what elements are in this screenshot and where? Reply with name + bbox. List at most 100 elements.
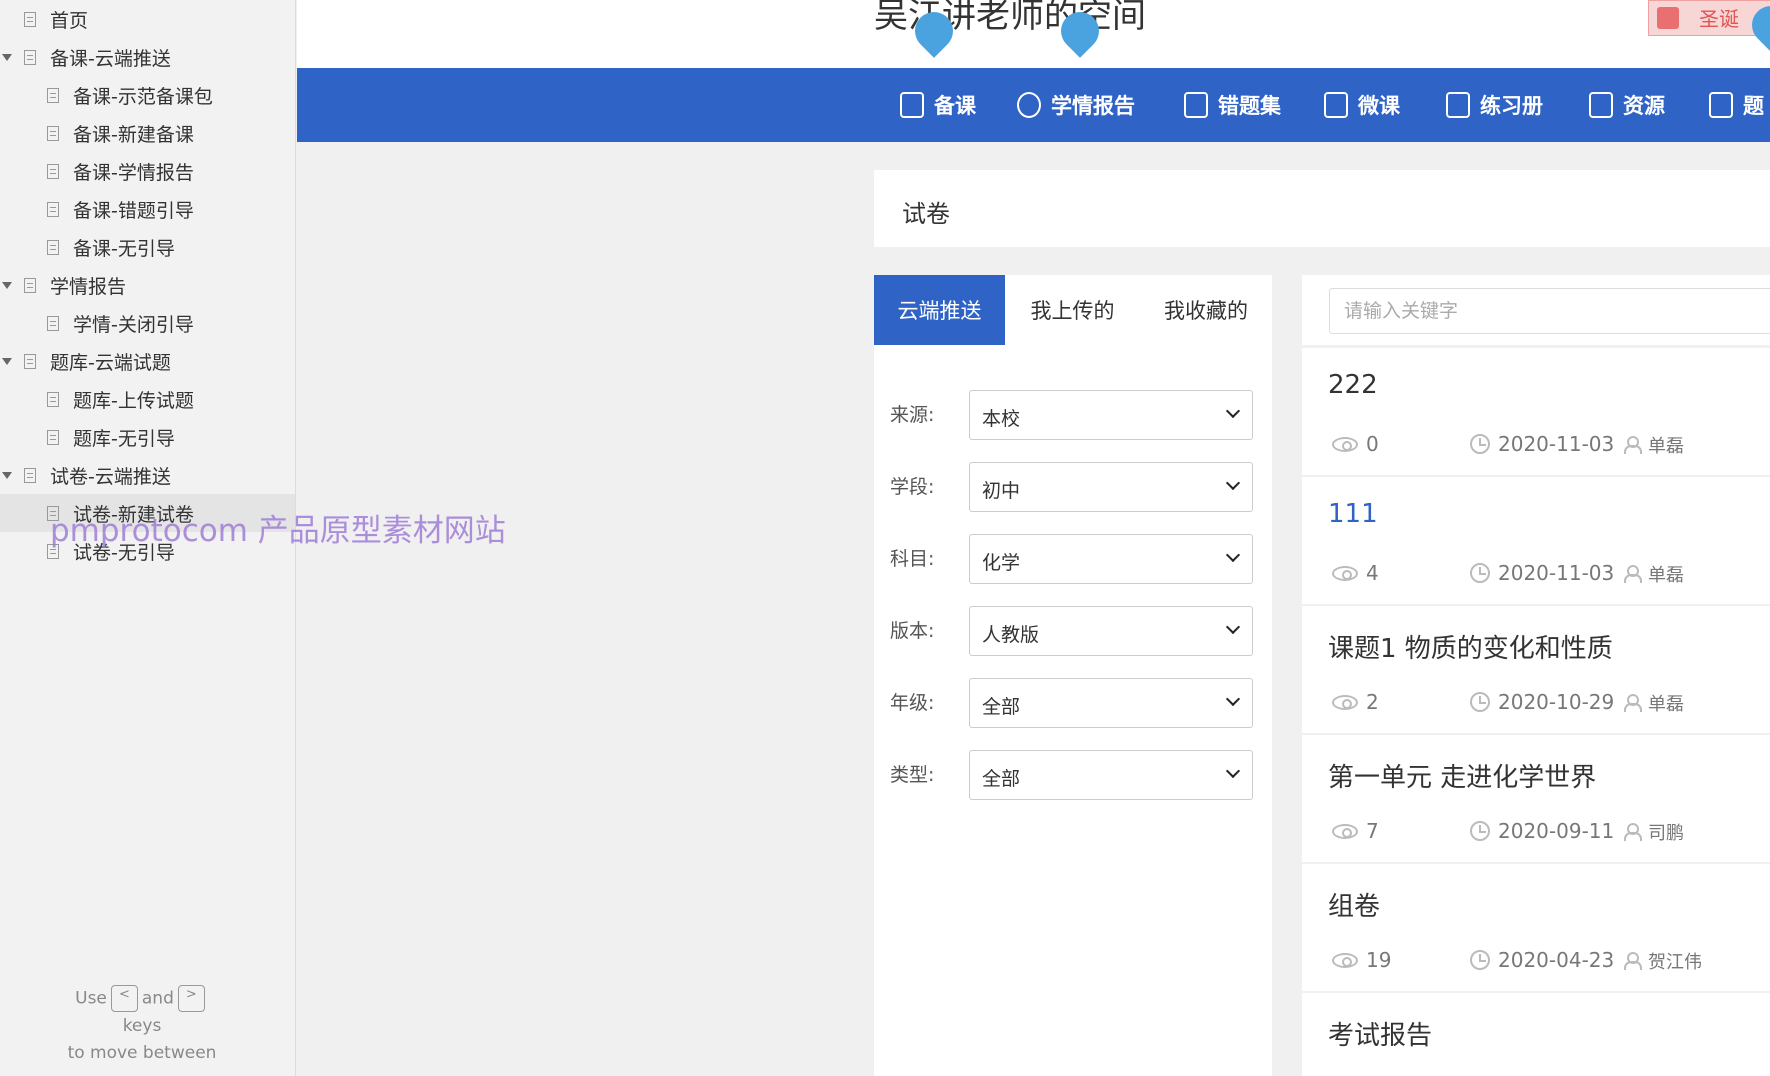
select-value: 本校: [982, 408, 1021, 430]
notice-text: 圣诞: [1699, 7, 1739, 31]
tree-item-paper-cloud[interactable]: 试卷-云端推送: [0, 456, 295, 494]
tree-item-bank-upload[interactable]: 题库-上传试题: [0, 380, 295, 418]
list-item[interactable]: 222 0 2020-11-03 单磊: [1302, 348, 1770, 475]
select-value: 全部: [982, 768, 1021, 790]
author-name: 司鹏: [1648, 823, 1684, 844]
clipboard-icon: [1709, 92, 1733, 118]
filter-label: 类型:: [890, 764, 935, 786]
tree-item-home[interactable]: 首页: [0, 0, 295, 38]
expand-arrow-icon[interactable]: [2, 281, 12, 289]
tree-item-prep-new[interactable]: 备课-新建备课: [0, 114, 295, 152]
tree-item-prep-cloud[interactable]: 备课-云端推送: [0, 38, 295, 76]
search-input[interactable]: [1329, 288, 1770, 334]
subject-select[interactable]: 化学: [969, 534, 1253, 584]
document-icon: [900, 92, 924, 118]
nav-item-mistakes[interactable]: 错题集: [1184, 68, 1281, 142]
date-text: 2020-11-03: [1498, 561, 1615, 585]
nav-item-workbook[interactable]: 练习册: [1446, 68, 1543, 142]
clock-chart-icon: [1017, 92, 1041, 118]
expand-arrow-icon[interactable]: [2, 357, 12, 365]
chevron-down-icon: [1225, 619, 1241, 635]
view-count: 0: [1366, 432, 1379, 456]
date: 2020-10-29: [1470, 690, 1614, 714]
page-tree: 首页 备课-云端推送 备课-示范备课包 备课-新建备课 备课-学情报告 备课-错…: [0, 0, 295, 570]
eye-icon: [1332, 823, 1358, 839]
filter-label: 科目:: [890, 548, 935, 570]
tree-item-label: 备课-云端推送: [50, 47, 171, 70]
user-icon: [1624, 694, 1642, 712]
eye-icon: [1332, 436, 1358, 452]
select-value: 人教版: [982, 624, 1040, 646]
tree-item-bank-noguide[interactable]: 题库-无引导: [0, 418, 295, 456]
page-icon: [24, 277, 36, 293]
nav-label: 练习册: [1480, 94, 1543, 118]
tree-item-prep-report[interactable]: 备课-学情报告: [0, 152, 295, 190]
top-header: 吴江讲老师的空间 圣诞: [297, 0, 1770, 68]
expand-arrow-icon[interactable]: [2, 53, 12, 61]
author: 单磊: [1624, 561, 1684, 587]
list-item[interactable]: 考试报告: [1302, 993, 1770, 1076]
hint-use: Use: [75, 988, 107, 1009]
section-header: 试卷: [874, 170, 1770, 247]
view-count: 19: [1366, 948, 1392, 972]
list-item[interactable]: 组卷 19 2020-04-23 贺江伟: [1302, 864, 1770, 991]
tree-item-report-close[interactable]: 学情-关闭引导: [0, 304, 295, 342]
expand-arrow-icon[interactable]: [2, 471, 12, 479]
page-icon: [47, 239, 59, 255]
select-value: 化学: [982, 552, 1021, 574]
search-bar: [1302, 275, 1770, 345]
tree-item-report[interactable]: 学情报告: [0, 266, 295, 304]
notebook-icon: [1446, 92, 1470, 118]
tree-item-label: 题库-云端试题: [50, 351, 171, 374]
grade-select[interactable]: 全部: [969, 678, 1253, 728]
list-item[interactable]: 第一单元 走进化学世界 7 2020-09-11 司鹏: [1302, 735, 1770, 862]
paper-title: 222: [1328, 370, 1378, 400]
page-icon: [24, 467, 36, 483]
nav-item-report[interactable]: 学情报告: [1017, 68, 1135, 142]
main-navbar: 备课 学情报告 错题集 微课 练习册 资源 题: [297, 68, 1770, 142]
views: 2: [1332, 690, 1379, 714]
tree-item-label: 题库-无引导: [73, 427, 175, 450]
filter-source: 来源: 本校: [874, 390, 1272, 440]
nav-item-prep[interactable]: 备课: [900, 68, 976, 142]
author-name: 单磊: [1648, 565, 1684, 586]
user-icon: [1624, 565, 1642, 583]
page-icon: [47, 163, 59, 179]
source-select[interactable]: 本校: [969, 390, 1253, 440]
clock-icon: [1470, 563, 1490, 583]
view-count: 4: [1366, 561, 1379, 585]
filter-grade: 年级: 全部: [874, 678, 1272, 728]
nav-label: 微课: [1358, 94, 1400, 118]
tree-item-prep-noguide[interactable]: 备课-无引导: [0, 228, 295, 266]
views: 4: [1332, 561, 1379, 585]
user-icon: [1624, 823, 1642, 841]
select-value: 全部: [982, 696, 1021, 718]
page-icon: [47, 87, 59, 103]
nav-item-questions[interactable]: 题: [1709, 68, 1764, 142]
views: 0: [1332, 432, 1379, 456]
tree-item-bank-cloud[interactable]: 题库-云端试题: [0, 342, 295, 380]
tree-item-prep-mistakes[interactable]: 备课-错题引导: [0, 190, 295, 228]
date-text: 2020-11-03: [1498, 432, 1615, 456]
hint-keys: keys: [122, 1015, 162, 1036]
list-item[interactable]: 111 4 2020-11-03 单磊: [1302, 477, 1770, 604]
list-item[interactable]: 课题1 物质的变化和性质 2 2020-10-29 单磊: [1302, 606, 1770, 733]
filter-label: 年级:: [890, 692, 935, 714]
watermark-text: pmprotocom 产品原型素材网站: [50, 513, 506, 549]
edition-select[interactable]: 人教版: [969, 606, 1253, 656]
tree-item-label: 备课-学情报告: [73, 161, 194, 184]
stage-select[interactable]: 初中: [969, 462, 1253, 512]
paper-title: 考试报告: [1328, 1021, 1433, 1051]
view-count: 2: [1366, 690, 1379, 714]
type-select[interactable]: 全部: [969, 750, 1253, 800]
nav-item-microlesson[interactable]: 微课: [1324, 68, 1400, 142]
tab-my-favorites[interactable]: 我收藏的: [1140, 275, 1272, 345]
nav-item-resources[interactable]: 资源: [1589, 68, 1665, 142]
clock-icon: [1470, 434, 1490, 454]
clock-icon: [1470, 821, 1490, 841]
section-title: 试卷: [902, 200, 950, 228]
tab-my-uploads[interactable]: 我上传的: [1005, 275, 1140, 345]
tab-cloud-push[interactable]: 云端推送: [874, 275, 1005, 345]
tree-item-prep-demo[interactable]: 备课-示范备课包: [0, 76, 295, 114]
tree-item-label: 备课-示范备课包: [73, 85, 213, 108]
